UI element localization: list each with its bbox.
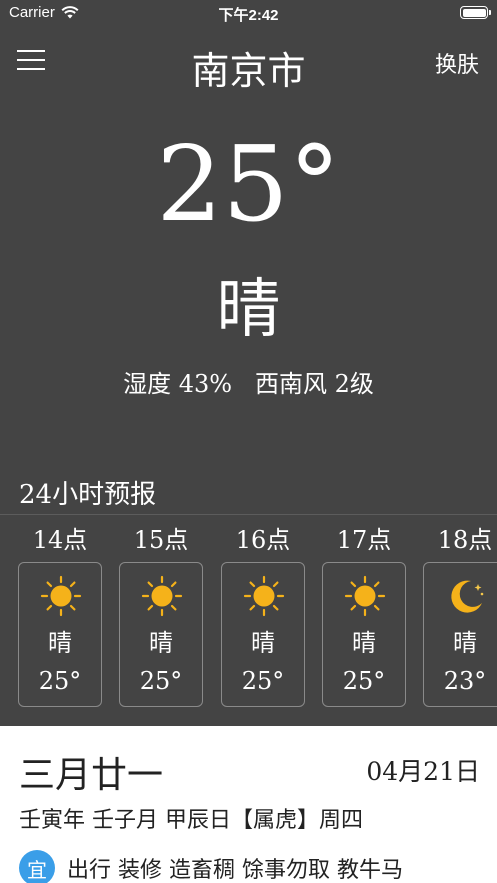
- hour-item: 16点 晴 25°: [221, 520, 305, 707]
- ganzhi-line: 壬寅年 壬子月 甲辰日【属虎】周四: [19, 808, 363, 833]
- moon-icon: [451, 580, 484, 613]
- hour-time: 15点: [133, 526, 189, 554]
- hour-temperature: 23°: [443, 667, 487, 695]
- sun-icon: [243, 575, 285, 617]
- hour-time: 18点: [437, 526, 493, 554]
- hour-card: 晴 25°: [18, 562, 102, 707]
- hour-temperature: 25°: [38, 667, 82, 695]
- current-temperature: 25°: [156, 123, 341, 245]
- hour-item: 18点 晴 23°: [423, 520, 497, 707]
- hour-condition: 晴: [352, 629, 376, 657]
- hour-temperature: 25°: [139, 667, 183, 695]
- hour-card: 晴 23°: [423, 562, 497, 707]
- hour-item: 14点 晴 25°: [18, 520, 102, 707]
- solar-date: 04月21日: [366, 757, 480, 786]
- forecast-divider: [0, 514, 497, 515]
- sun-icon: [40, 575, 82, 617]
- hour-time: 17点: [336, 526, 392, 554]
- hour-condition: 晴: [453, 629, 477, 657]
- yi-items: 出行 装修 造畜稠 馀事勿取 教牛马: [67, 858, 403, 883]
- humidity-wind: 湿度 43% 西南风 2级: [123, 370, 374, 398]
- hour-condition: 晴: [251, 629, 275, 657]
- hour-time: 16点: [235, 526, 291, 554]
- hour-temperature: 25°: [342, 667, 386, 695]
- yi-row: 宜 出行 装修 造畜稠 馀事勿取 教牛马: [19, 850, 403, 883]
- hour-item: 17点 晴 25°: [322, 520, 406, 707]
- hour-time: 14点: [32, 526, 88, 554]
- status-time: 下午2:42: [218, 7, 279, 24]
- hour-card: 晴 25°: [119, 562, 203, 707]
- status-bar: Carrier 下午2:42: [0, 0, 497, 26]
- yi-badge: 宜: [19, 850, 55, 883]
- city-title: 南京市: [191, 49, 306, 93]
- sun-icon: [141, 575, 183, 617]
- sun-icon: [344, 575, 386, 617]
- skin-button[interactable]: 换肤: [435, 47, 479, 79]
- hour-item: 15点 晴 25°: [119, 520, 203, 707]
- forecast-title: 24小时预报: [19, 480, 157, 510]
- hour-card: 晴 25°: [322, 562, 406, 707]
- hourly-forecast-scroller[interactable]: 14点 晴 25° 15点 晴 25° 16点 晴 25° 17点 晴 25° …: [0, 520, 497, 720]
- nav-bar: 南京市 换肤: [0, 34, 497, 93]
- calendar-panel: 三月廿一 04月21日 壬寅年 壬子月 甲辰日【属虎】周四 宜 出行 装修 造畜…: [0, 726, 497, 883]
- hour-condition: 晴: [48, 629, 72, 657]
- current-condition: 晴: [216, 273, 281, 347]
- lunar-date: 三月廿一: [19, 755, 164, 796]
- hour-condition: 晴: [149, 629, 173, 657]
- hour-card: 晴 25°: [221, 562, 305, 707]
- battery-icon: [460, 6, 491, 19]
- hour-temperature: 25°: [241, 667, 285, 695]
